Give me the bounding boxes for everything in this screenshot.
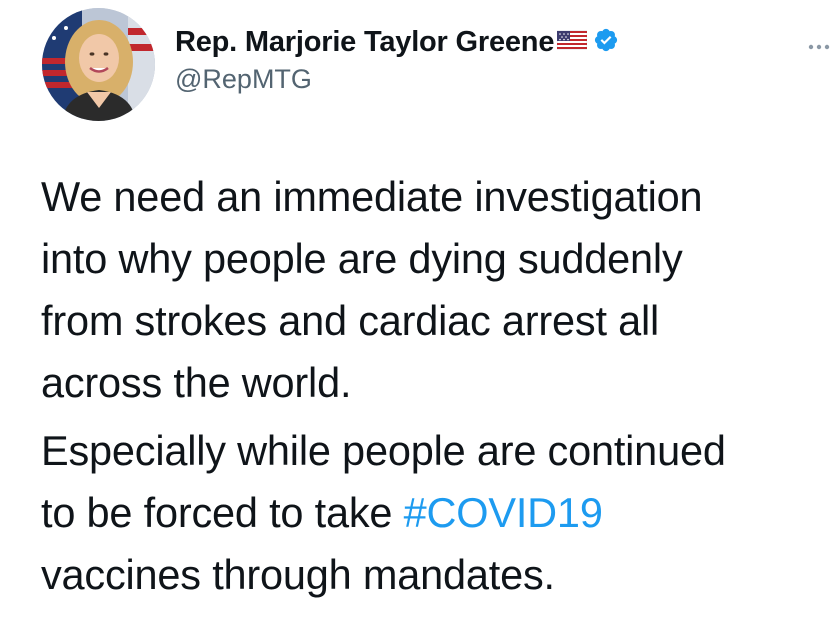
tweet-line-with-hashtag: to be forced to take #COVID19 [41, 482, 831, 544]
tweet-line: vaccines through mandates. [41, 551, 555, 598]
tweet-line: Especially while people are continued [41, 427, 726, 474]
avatar[interactable] [42, 8, 155, 121]
us-flag-icon [556, 29, 588, 56]
name-row: Rep. Marjorie Taylor Greene [175, 22, 619, 62]
author-block: Rep. Marjorie Taylor Greene @RepMTG [175, 22, 619, 95]
tweet-paragraph-1: We need an immediate investigation into … [41, 166, 831, 414]
tweet-line: into why people are dying suddenly [41, 235, 683, 282]
tweet-card: Rep. Marjorie Taylor Greene @RepMTG We n… [0, 0, 840, 628]
verified-badge-icon [593, 27, 619, 58]
tweet-line: from strokes and cardiac arrest all [41, 297, 660, 344]
tweet-text-fragment: to be forced to take [41, 489, 404, 536]
tweet-paragraph-2: Especially while people are continued to… [41, 420, 831, 606]
tweet-text: We need an immediate investigation into … [41, 166, 831, 606]
more-dots-icon[interactable] [808, 37, 830, 50]
tweet-line: We need an immediate investigation [41, 173, 703, 220]
author-handle[interactable]: @RepMTG [175, 64, 619, 95]
hashtag-link[interactable]: #COVID19 [404, 489, 603, 536]
display-name[interactable]: Rep. Marjorie Taylor Greene [175, 26, 554, 59]
tweet-line: across the world. [41, 359, 352, 406]
avatar-image [42, 8, 155, 121]
